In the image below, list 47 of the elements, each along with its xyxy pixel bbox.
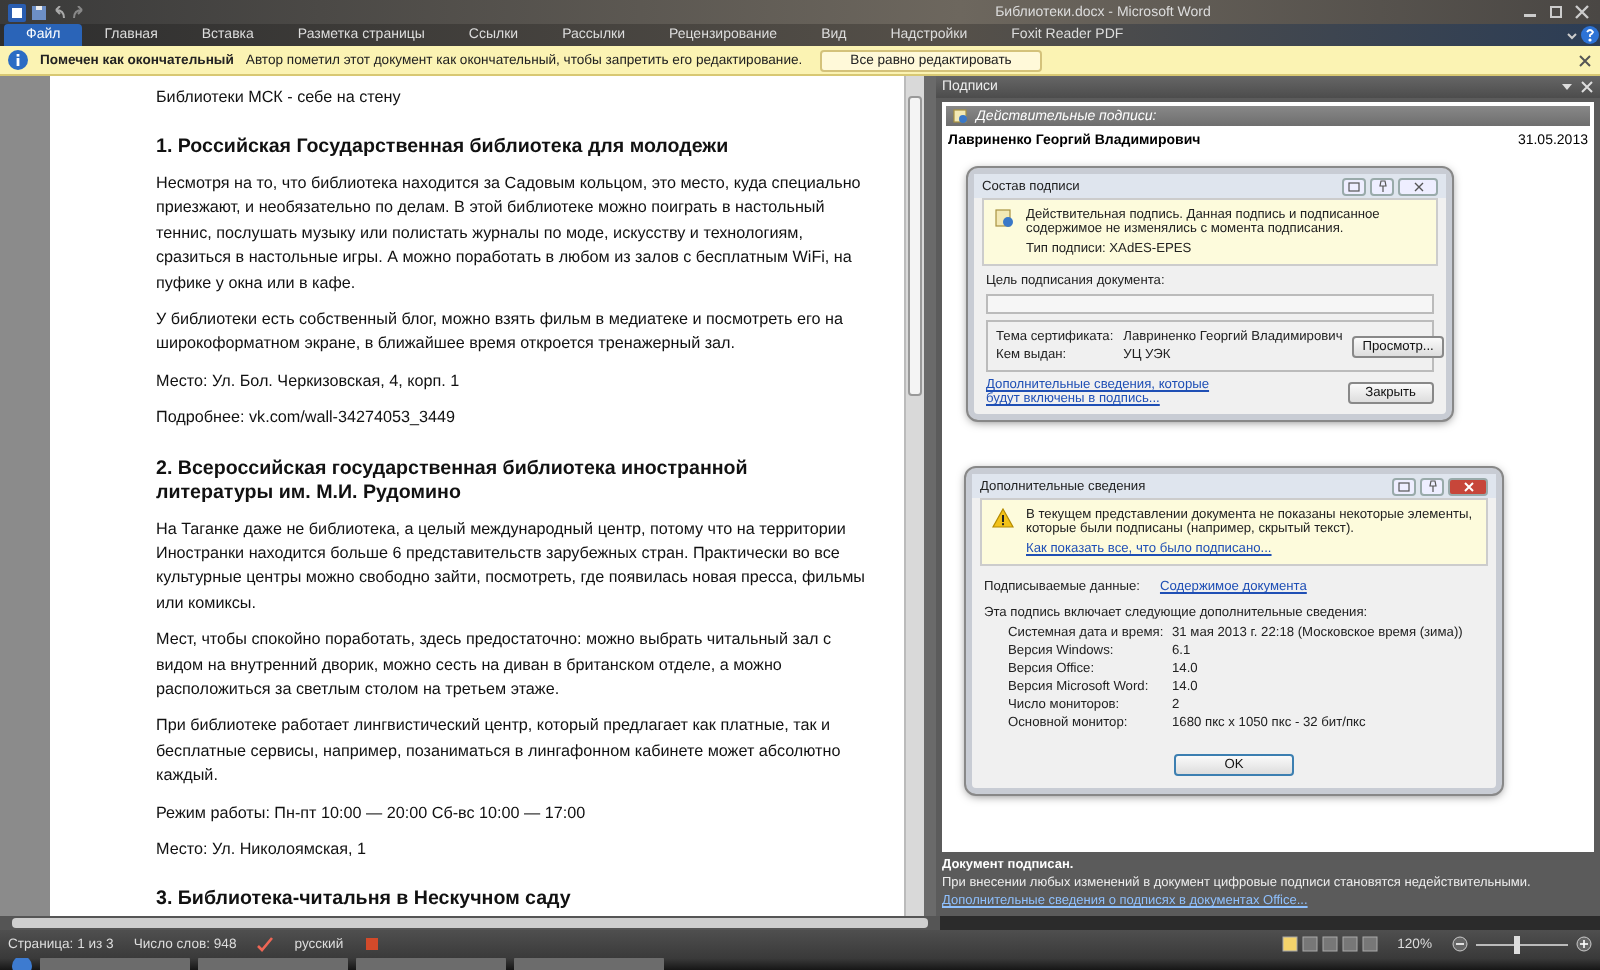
window-button[interactable] [1370, 177, 1394, 195]
paragraph: Место: Ул. Бол. Черкизовская, 4, корп. 1 [156, 369, 462, 394]
window-button[interactable] [1392, 477, 1416, 495]
paragraph: Несмотря на то, что библиотека находится за Садовым кольцом, это место, куда специально приезжают, и необязательно по делам. В этой библиотеке можно поиграть в настольный теннис, послушать музыку или полистать журналы по моде, искусству и технологиям, сразиться в настольные игры. А можно поработать в любом из залов с бесплатным WiFi, на пуфике у окна или в кафе. [156, 171, 863, 296]
maximize-icon[interactable] [1546, 4, 1566, 20]
spelling-check-icon[interactable] [256, 936, 275, 952]
paragraph: У библиотеки есть собственный блог, можно взять фильм в медиатеке и посмотреть его на широкоформатном экране, в ближайшее время откроется тренажерный зал. [156, 307, 845, 357]
window-button[interactable] [1420, 477, 1444, 495]
section-heading: 2. Всероссийская государственная библиотека иностранной литературы им. М.И. Рудомино [156, 457, 750, 508]
window-button[interactable] [1398, 177, 1438, 195]
warning-icon [992, 508, 1014, 528]
close-icon[interactable] [1578, 53, 1592, 67]
close-button[interactable] [1448, 477, 1488, 495]
help-icon[interactable] [1580, 24, 1600, 46]
section-heading: 1. Российская Государственная библиотека для молодежи [156, 136, 731, 162]
signature-icon [952, 108, 968, 124]
chevron-down-icon[interactable] [1560, 80, 1574, 94]
start-button-icon[interactable] [12, 958, 32, 970]
pin-icon [1377, 180, 1387, 192]
window-icon [1398, 481, 1410, 491]
window-button[interactable] [1342, 177, 1366, 195]
zoom-out-icon[interactable] [1452, 936, 1468, 952]
paragraph: Подробнее: vk.com/wall-34274053_3449 [156, 406, 458, 431]
horizontal-scrollbar[interactable] [0, 916, 940, 930]
macro-icon[interactable] [363, 936, 380, 952]
paragraph: Место: Ул. Николоямская, 1 [156, 838, 369, 863]
print-layout-view-icon[interactable] [1281, 936, 1298, 952]
paragraph: Мест, чтобы спокойно поработать, здесь предостаточно: можно выбрать читальный зал с видом на внутренний дворик, можно сесть на диван в британском отделе, а можно расположиться за светлым столом на третьем этаже. [156, 628, 833, 702]
window-icon [1348, 181, 1360, 191]
redo-icon[interactable] [72, 5, 86, 19]
close-icon [1463, 481, 1473, 491]
info-icon [8, 50, 28, 70]
close-icon [1413, 181, 1423, 191]
vertical-scrollbar[interactable] [904, 76, 924, 916]
signature-icon [994, 208, 1014, 228]
word-logo-icon [8, 3, 26, 21]
zoom-slider-thumb[interactable] [1514, 935, 1521, 953]
paragraph: На Таганке даже не библиотека, а целый международный центр, потому что на территории Иностранки находится больше 6 представительств зарубежных стран. Практически во все культурные центры можно свободно зайти, посмотреть, где появилась новая пресса, фильмы или комиксы. [156, 517, 867, 616]
zoom-in-icon[interactable] [1576, 936, 1592, 952]
section-heading: 3. Библиотека-читальня в Нескучном саду [156, 888, 573, 914]
paragraph: При библиотеке работает лингвистический центр, который предлагает как платные, так и бесплатные сервисы, например, позаниматься в лингафонном кабинете может абсолютно каждый. [156, 714, 843, 789]
paragraph: Режим работы: Пн-пт 10:00 — 20:00 Сб-вс 10:00 — 17:00 [156, 801, 588, 826]
save-icon[interactable] [32, 5, 46, 19]
pin-icon [1427, 480, 1437, 492]
document-title: Библиотеки МСК - себе на стену [156, 86, 403, 110]
undo-icon[interactable] [52, 5, 66, 19]
purpose-field[interactable] [986, 294, 1434, 314]
